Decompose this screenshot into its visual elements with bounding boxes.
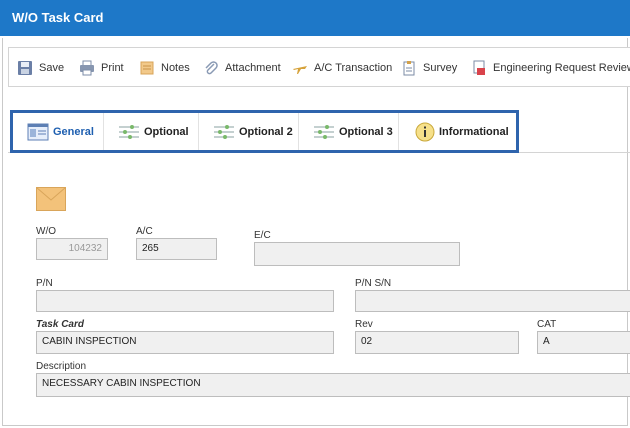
note-icon	[139, 60, 155, 76]
save-label: Save	[39, 62, 65, 74]
tab-general-label: General	[53, 125, 94, 138]
window-titlebar: W/O Task Card	[0, 0, 630, 36]
print-label: Print	[101, 62, 124, 74]
tab-informational[interactable]: Informational	[399, 113, 516, 150]
tab-optional-2-label: Optional 2	[239, 125, 293, 138]
rev-label: Rev	[355, 319, 373, 330]
description-field[interactable]: NECESSARY CABIN INSPECTION	[36, 373, 630, 397]
airplane-icon	[292, 60, 308, 76]
ac-label: A/C	[136, 226, 153, 237]
cat-label: CAT	[537, 319, 557, 330]
wo-label: W/O	[36, 226, 56, 237]
tab-optional[interactable]: Optional	[104, 113, 199, 150]
tab-optional-2[interactable]: Optional 2	[199, 113, 299, 150]
wo-field: 104232	[36, 238, 108, 260]
printer-icon	[79, 60, 95, 76]
info-icon	[415, 122, 435, 142]
survey-button[interactable]: Survey	[401, 60, 457, 76]
attachment-button[interactable]: Attachment	[203, 60, 281, 76]
engineering-request-review-button[interactable]: Engineering Request Review	[471, 60, 630, 76]
notes-label: Notes	[161, 62, 190, 74]
ac-transaction-label: A/C Transaction	[314, 62, 393, 74]
clipboard-icon	[401, 60, 417, 76]
description-label: Description	[36, 361, 87, 372]
tab-strip: General Optional Optional 2 Optional 3 I…	[8, 108, 630, 153]
ac-transaction-button[interactable]: A/C Transaction	[292, 60, 392, 76]
tab-optional-label: Optional	[144, 125, 189, 138]
tab-general[interactable]: General	[13, 113, 104, 150]
print-button[interactable]: Print	[79, 60, 124, 76]
pn-field[interactable]	[36, 290, 334, 312]
sliders-icon	[213, 123, 235, 141]
engineering-review-icon	[471, 60, 487, 76]
pn-label: P/N	[36, 278, 53, 289]
toolbar: Save Print Notes Attachment A/C Transact…	[8, 47, 630, 87]
tab-group: General Optional Optional 2 Optional 3 I…	[10, 110, 519, 153]
ec-field[interactable]	[254, 242, 460, 266]
task-card-panel	[2, 38, 628, 426]
task-card-label: Task Card	[36, 319, 84, 330]
ec-label: E/C	[254, 230, 271, 241]
sliders-icon	[313, 123, 335, 141]
cat-field[interactable]: A	[537, 331, 630, 354]
survey-label: Survey	[423, 62, 458, 74]
save-button[interactable]: Save	[17, 60, 64, 76]
pn-sn-field[interactable]	[355, 290, 630, 312]
paperclip-icon	[203, 60, 219, 76]
tab-optional-3[interactable]: Optional 3	[299, 113, 399, 150]
floppy-disk-icon	[17, 60, 33, 76]
envelope-icon[interactable]	[36, 187, 66, 211]
engineering-request-review-label: Engineering Request Review	[493, 62, 630, 74]
rev-field[interactable]: 02	[355, 331, 519, 354]
pn-sn-label: P/N S/N	[355, 278, 392, 289]
task-card-field[interactable]: CABIN INSPECTION	[36, 331, 334, 354]
window-title: W/O Task Card	[12, 10, 104, 25]
tab-informational-label: Informational	[439, 125, 509, 138]
notes-button[interactable]: Notes	[139, 60, 190, 76]
sliders-icon	[118, 123, 140, 141]
attachment-label: Attachment	[225, 62, 281, 74]
ac-field[interactable]: 265	[136, 238, 217, 260]
form-icon	[27, 123, 49, 141]
tab-optional-3-label: Optional 3	[339, 125, 393, 138]
